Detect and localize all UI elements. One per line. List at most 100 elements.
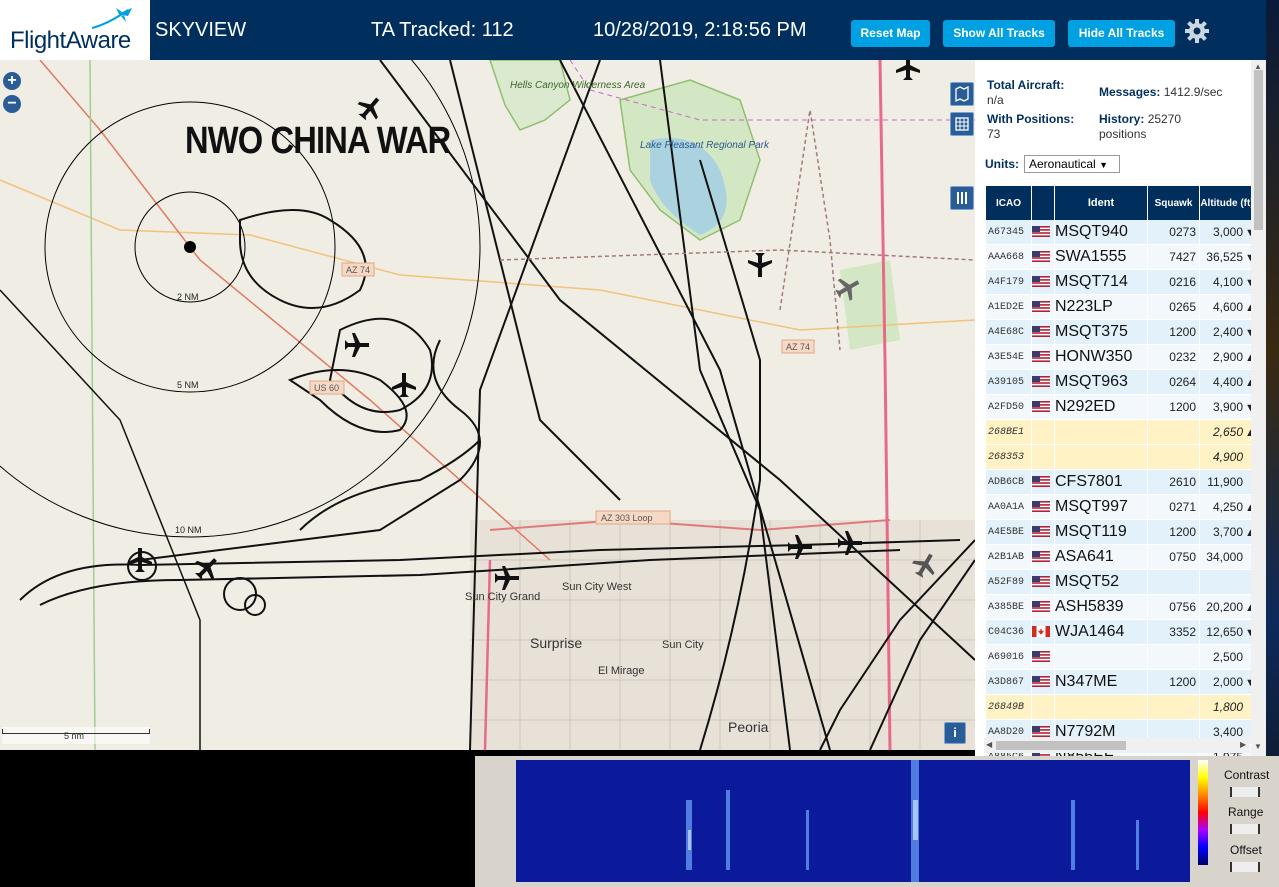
scroll-right-icon[interactable]: ▶ [1240,740,1246,749]
units-select[interactable]: Aeronautical ▼ [1024,155,1120,173]
flag-cell [1032,620,1054,645]
scale-bar: 5 nm [2,727,150,744]
waterfall-display[interactable] [516,760,1190,882]
table-header: ICAO Ident Squawk Altitude (ft) [986,186,1254,220]
squawk-cell: 1200 [1148,520,1199,545]
map-layer-button[interactable] [950,82,974,106]
table-row[interactable]: ADB6CB CFS7801 2610 11,900 [986,470,1254,495]
altitude-cell [1200,570,1254,595]
table-row[interactable]: A385BE ASH5839075620,200▲ [986,595,1256,620]
ident-cell: MSQT997 [1055,495,1147,520]
show-all-tracks-button[interactable]: Show All Tracks [943,20,1055,47]
col-squawk[interactable]: Squawk [1148,186,1199,220]
altitude-value: 3,000 [1212,225,1243,239]
zoom-in-button[interactable]: + [3,72,21,90]
table-row[interactable]: A67345 MSQT94002733,000▼ [986,220,1256,245]
table-row[interactable]: A4E68C MSQT37512002,400▼ [986,320,1256,345]
flag-cell [1032,320,1054,345]
altitude-cell: 2,000▼ [1200,670,1256,695]
table-row[interactable]: A4F179 MSQT71402164,100▼ [986,270,1256,295]
altitude-cell: 36,525▼ [1200,245,1256,270]
altitude-value: 34,000 [1206,550,1243,564]
scroll-left-icon[interactable]: ◀ [986,740,992,749]
altitude-value: 12,650 [1206,625,1243,639]
datetime: 10/28/2019, 2:18:56 PM [593,19,807,41]
ident-cell: MSQT119 [1055,520,1147,545]
grid-toggle-button[interactable] [950,112,974,136]
col-ident[interactable]: Ident [1055,186,1147,220]
contrast-slider[interactable] [1230,787,1260,797]
table-row[interactable]: 268353 4,900 [986,445,1254,470]
ident-cell [1055,420,1147,445]
table-row[interactable]: A4E5BE MSQT11912003,700▲ [986,520,1256,545]
scroll-down-icon[interactable]: ▼ [1254,742,1262,751]
squawk-cell: 0756 [1148,595,1199,620]
altitude-value: 2,500 [1212,650,1243,664]
us-flag-icon [1032,401,1050,413]
ident-cell [1055,695,1147,720]
receiver-site [184,241,196,253]
altitude-cell: 4,250▲ [1200,495,1256,520]
col-altitude[interactable]: Altitude (ft) [1200,186,1254,220]
flag-cell [1032,495,1054,520]
table-row[interactable]: A2B1AB ASA641 0750 34,000 [986,545,1254,570]
reset-map-button[interactable]: Reset Map [851,20,930,47]
columns-toggle-button[interactable] [950,186,974,210]
table-row[interactable]: 26849B 1,800 [986,695,1254,720]
ident-cell: N347ME [1055,670,1147,695]
table-row[interactable]: AAA668 SWA1555742736,525▼ [986,245,1256,270]
zoom-out-button[interactable]: − [3,95,21,113]
table-row[interactable]: A3D867 N347ME12002,000▼ [986,670,1256,695]
aircraft-icon[interactable] [128,548,152,572]
range-slider[interactable] [1230,824,1260,834]
aircraft-icon[interactable] [896,60,920,80]
icao-cell: A1ED2E [986,295,1031,320]
messages-stat: Messages: 1412.9/sec [1099,85,1223,99]
flightaware-logo[interactable]: FlightAware [0,0,150,60]
chevron-down-icon: ▼ [1099,160,1108,170]
aircraft-icon[interactable] [748,253,772,277]
altitude-value: 2,000 [1212,675,1243,689]
altitude-cell: 20,200▲ [1200,595,1256,620]
background-window-strip [1266,0,1279,887]
col-icao[interactable]: ICAO [986,186,1031,220]
table-row[interactable]: A1ED2E N223LP02654,600▲ [986,295,1256,320]
hide-all-tracks-button[interactable]: Hide All Tracks [1068,20,1175,47]
hscroll-thumb[interactable] [996,741,1126,750]
with-positions-value: 73 [987,127,1001,141]
city-label: El Mirage [598,665,644,677]
flag-cell [1032,245,1054,270]
altitude-value: 4,100 [1212,275,1243,289]
offset-slider[interactable] [1230,862,1260,872]
map-view[interactable]: 2 NM 5 NM 10 NM Hells Canyon Wilderness … [0,60,975,750]
squawk-cell: 1200 [1148,320,1199,345]
road-label: AZ 303 Loop [601,513,653,523]
table-row[interactable]: A39105 MSQT96302644,400▲ [986,370,1256,395]
us-flag-icon [1032,351,1050,363]
aircraft-icon[interactable] [345,333,369,357]
table-row[interactable]: A69016 2,500 [986,645,1254,670]
panel-vertical-scrollbar[interactable]: ▲ ▼ [1251,60,1266,756]
us-flag-icon [1032,326,1050,338]
table-row[interactable]: A3E54E HONW35002322,900▲ [986,345,1256,370]
range-label: Range [1228,805,1264,819]
scroll-thumb[interactable] [1254,70,1263,230]
flag-cell [1032,470,1054,495]
us-flag-icon [1032,226,1050,238]
panel-horizontal-scrollbar[interactable]: ◀ ▶ [984,738,1250,753]
icao-cell: 268353 [986,445,1031,470]
table-row[interactable]: 268BE1 2,650▲ [986,420,1256,445]
gear-icon[interactable] [1184,18,1210,44]
squawk-cell: 1200 [1148,395,1199,420]
icao-cell: A69016 [986,645,1031,670]
map-canvas[interactable]: 2 NM 5 NM 10 NM Hells Canyon Wilderness … [0,60,975,750]
altitude-cell: 4,900 [1200,445,1254,470]
table-row[interactable]: C04C36 WJA1464335212,650▼ [986,620,1256,645]
squawk-cell: 7427 [1148,245,1199,270]
info-button[interactable]: i [944,722,966,744]
table-row[interactable]: A52F89 MSQT52 [986,570,1254,595]
table-row[interactable]: AA0A1A MSQT99702714,250▲ [986,495,1256,520]
road-label: US 60 [314,383,339,393]
table-row[interactable]: A2FD50 N292ED12003,900▼ [986,395,1256,420]
altitude-cell: 34,000 [1200,545,1254,570]
